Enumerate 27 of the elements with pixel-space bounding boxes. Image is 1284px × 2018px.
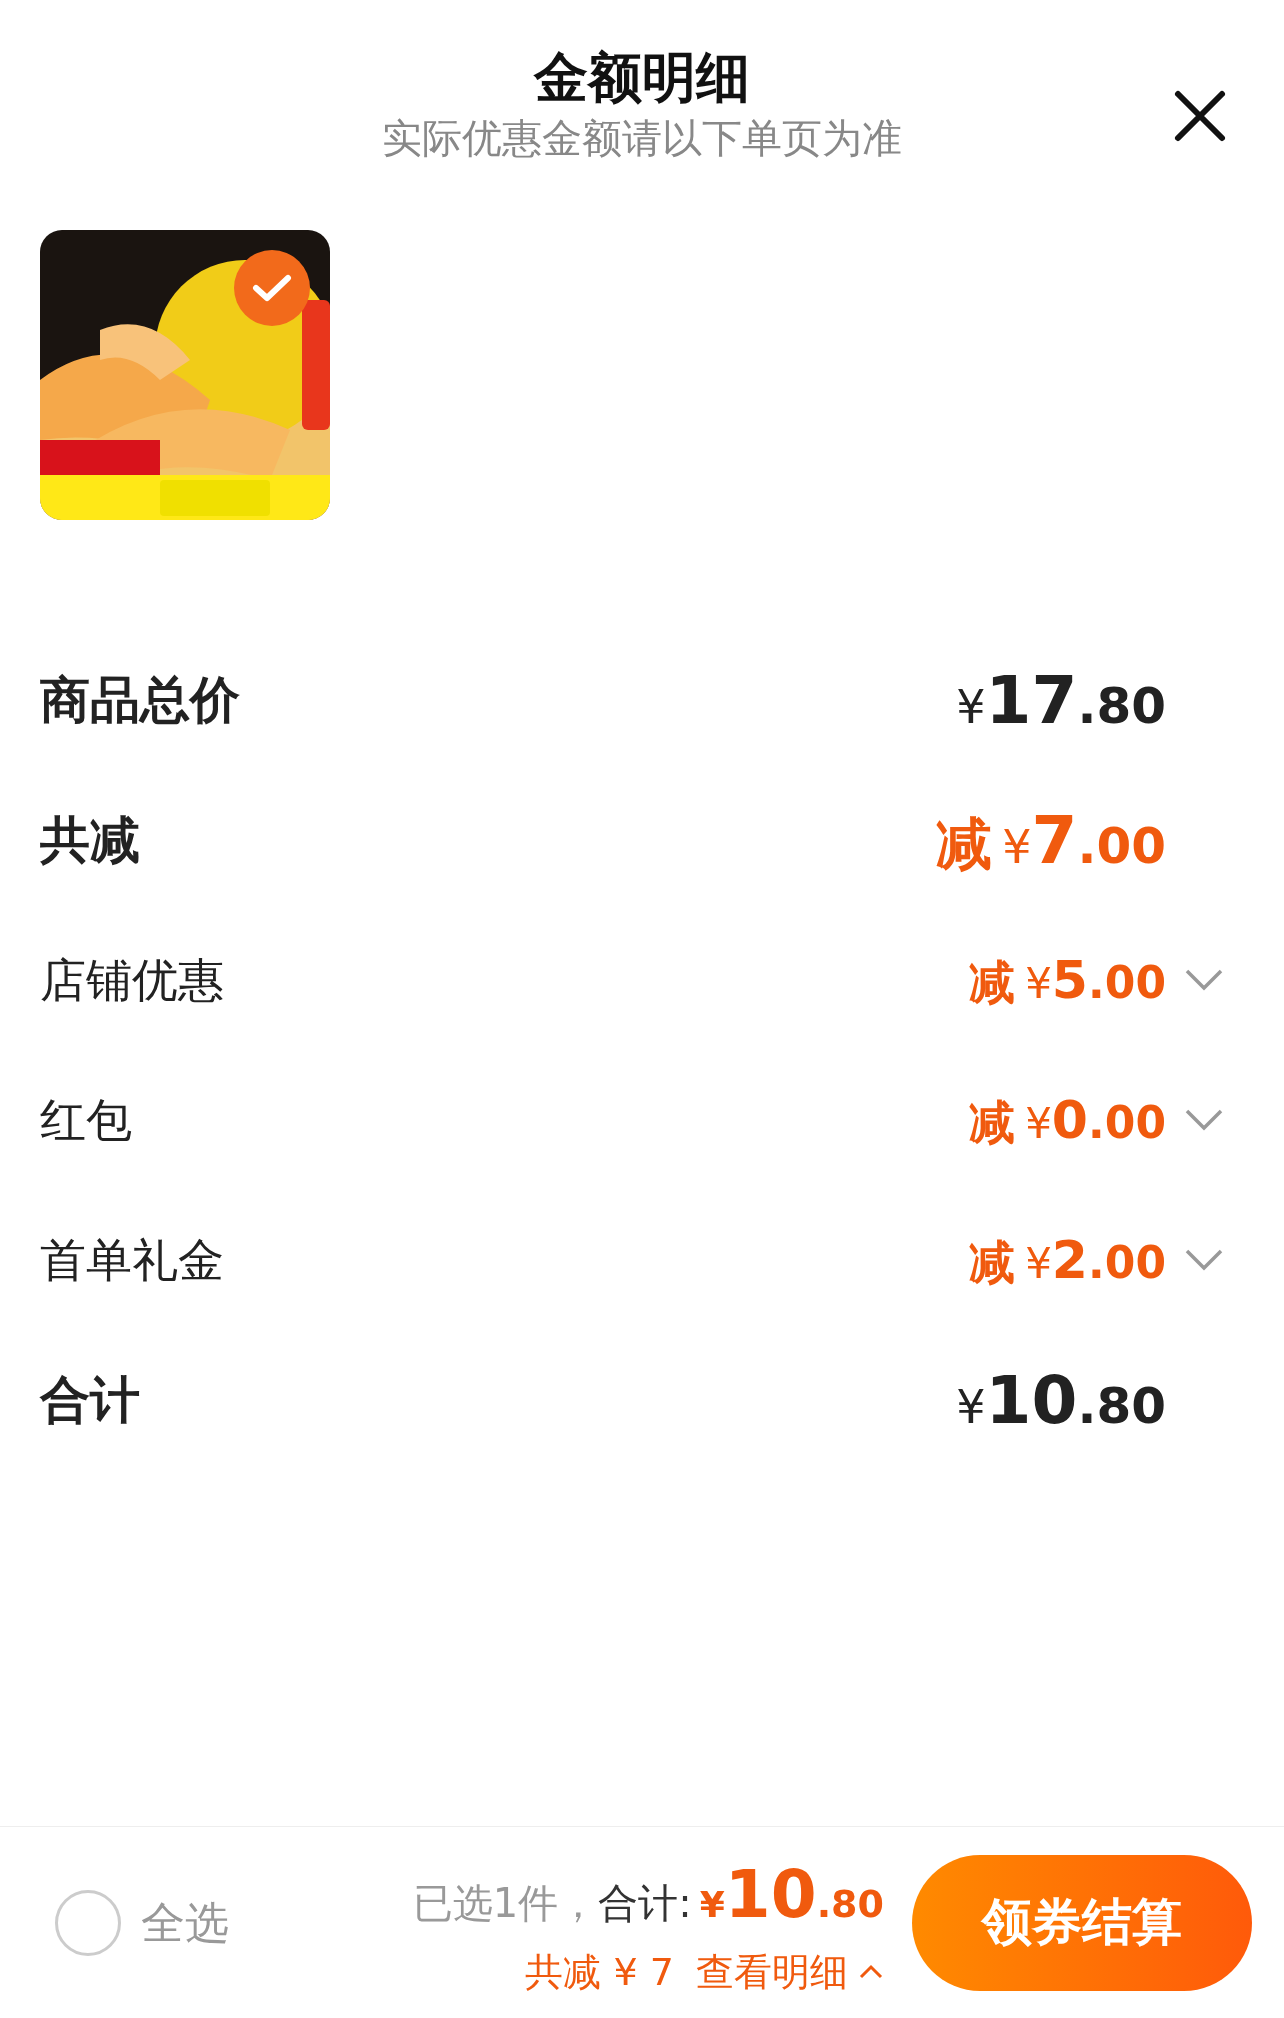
close-button[interactable] (1172, 88, 1228, 144)
chevron-down-icon[interactable] (1184, 967, 1224, 993)
chevron-down-icon[interactable] (1184, 1247, 1224, 1273)
select-all-label[interactable]: 全选 (141, 1889, 229, 1956)
amount-text: 减 ¥2.00 (969, 1229, 1166, 1292)
row-label: 合计 (40, 1369, 141, 1431)
total-label: 合计: (598, 1878, 692, 1928)
selected-count: 已选1件， (412, 1878, 599, 1928)
row-label: 商品总价 (40, 669, 241, 731)
checkout-button[interactable]: 领券结算 (912, 1854, 1252, 1991)
panel-subtitle: 实际优惠金额请以下单页为准 (382, 113, 902, 163)
details-link[interactable]: 查看明细 (696, 1943, 884, 2001)
row-label: 共减 (40, 809, 141, 871)
panel-title: 金额明细 (534, 45, 750, 111)
amount-text: 减 ¥0.00 (969, 1089, 1166, 1152)
close-icon (1172, 88, 1228, 144)
saving-text: 共减 ¥ 7 (525, 1948, 674, 1996)
row-label: 首单礼金 (40, 1231, 225, 1289)
row-label: 红包 (40, 1091, 133, 1149)
check-icon (252, 273, 292, 303)
amount-text: ¥17.80 (956, 660, 1166, 741)
amount-text: 减 ¥7.00 (936, 800, 1166, 881)
amount-text: 减 ¥5.00 (969, 949, 1166, 1012)
total-price: ¥10.80 (698, 1854, 884, 1935)
chevron-down-icon[interactable] (1184, 1107, 1224, 1133)
amount-text: ¥10.80 (956, 1360, 1166, 1441)
row-label: 店铺优惠 (40, 951, 225, 1009)
